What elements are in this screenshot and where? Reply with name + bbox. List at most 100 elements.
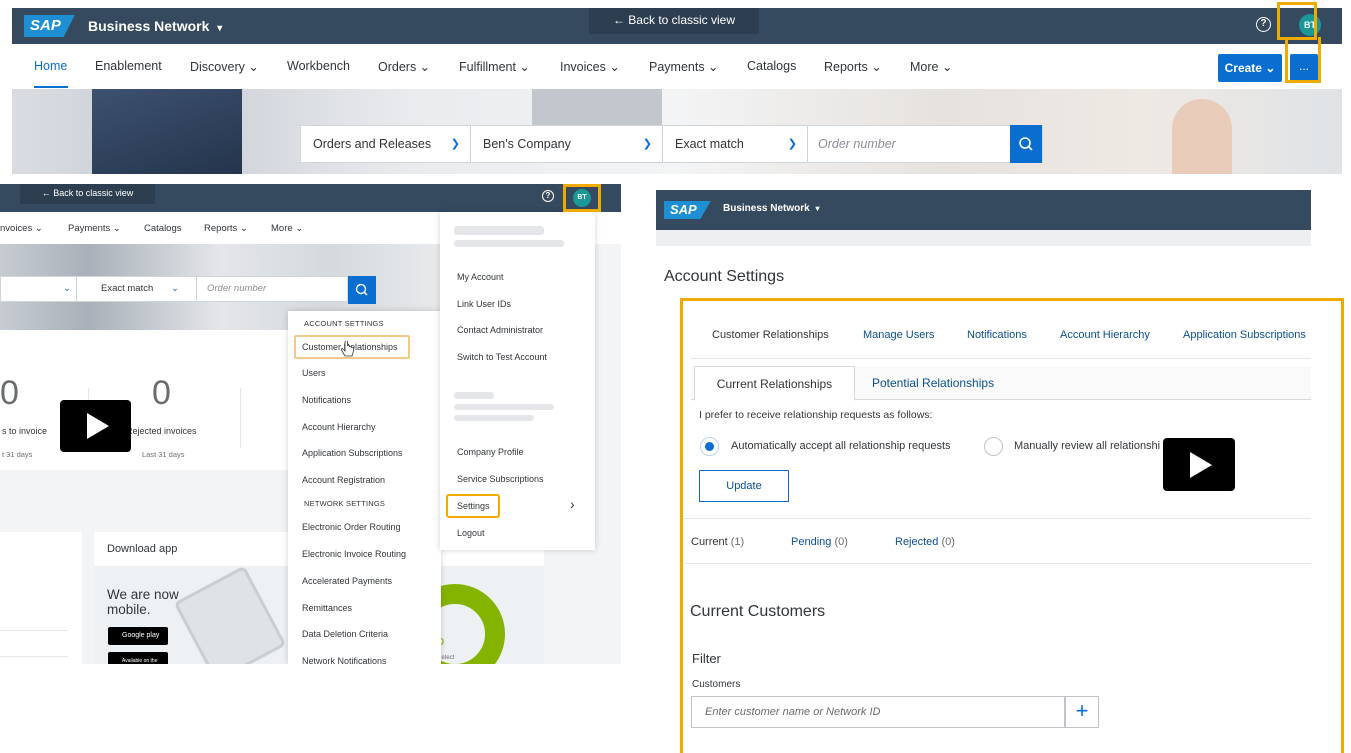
company-name-blurred (454, 392, 494, 399)
kpi-value: 0 (152, 374, 171, 412)
back-to-classic-button-small[interactable]: ← Back to classic view (20, 184, 155, 204)
create-button[interactable]: Create ⌄ (1218, 54, 1282, 82)
nav-discovery[interactable]: Discovery ⌄ (190, 59, 259, 74)
menu-electronic-invoice-routing[interactable]: Electronic Invoice Routing (302, 549, 406, 559)
menu-logout[interactable]: Logout (457, 528, 485, 538)
chevron-down-icon: ⌄ (171, 283, 179, 294)
nav-fulfillment[interactable]: Fulfillment ⌄ (459, 59, 530, 74)
menu-users[interactable]: Users (302, 368, 326, 378)
google-play-label: Google play (122, 632, 160, 639)
chevron-down-icon: ❯ (450, 138, 460, 150)
search-bar: Orders and Releases ❯ Ben's Company ❯ Ex… (300, 125, 1043, 163)
brand-title-right[interactable]: Business Network ▾ (723, 203, 820, 214)
menu-service-subscriptions[interactable]: Service Subscriptions (457, 474, 544, 484)
user-menu: My Account Link User IDs Contact Adminis… (440, 212, 595, 550)
menu-settings[interactable]: Settings (457, 501, 490, 511)
menu-data-deletion-criteria[interactable]: Data Deletion Criteria (302, 629, 388, 639)
search-button[interactable] (1010, 125, 1042, 163)
nav-more[interactable]: More ⌄ (910, 59, 952, 74)
company-info-blurred (454, 404, 554, 410)
chevron-down-icon: ❯ (642, 138, 652, 150)
avatar-highlight-small (563, 184, 601, 212)
menu-electronic-order-routing[interactable]: Electronic Order Routing (302, 522, 401, 532)
main-nav: Home Enablement Discovery ⌄ Workbench Or… (12, 44, 1342, 89)
search-type-select[interactable]: Orders and Releases ❯ (301, 126, 471, 162)
nav-more-small[interactable]: More ⌄ (271, 223, 303, 234)
search-icon (1019, 137, 1033, 151)
brand-caret-icon: ▾ (815, 204, 820, 213)
match-value-small: Exact match (101, 283, 154, 294)
menu-my-account[interactable]: My Account (457, 272, 504, 282)
brand-caret-icon: ▾ (217, 23, 223, 34)
nav-reports[interactable]: Reports ⌄ (824, 59, 882, 74)
chevron-right-icon: › (570, 496, 575, 512)
brand-title[interactable]: Business Network ▾ (88, 18, 222, 34)
menu-contact-administrator[interactable]: Contact Administrator (457, 325, 543, 335)
company-info-blurred (454, 415, 534, 421)
network-settings-header: NETWORK SETTINGS (304, 499, 386, 508)
match-value: Exact match (675, 137, 744, 151)
menu-remittances[interactable]: Remittances (302, 603, 352, 613)
menu-network-notifications[interactable]: Network Notifications (302, 656, 387, 664)
nav-invoices-small[interactable]: nvoices ⌄ (0, 223, 43, 234)
menu-application-subscriptions[interactable]: Application Subscriptions (302, 448, 403, 458)
nav-workbench[interactable]: Workbench (287, 59, 350, 73)
hero-desk-shape (532, 89, 662, 129)
nav-catalogs[interactable]: Catalogs (747, 59, 796, 73)
match-select-small[interactable]: ⌄ Exact match (77, 277, 197, 301)
kpi-sublabel: t 31 days (2, 450, 33, 459)
left-card (0, 532, 82, 664)
company-value: Ben's Company (483, 137, 571, 151)
menu-account-hierarchy[interactable]: Account Hierarchy (302, 422, 376, 432)
app-store-badge[interactable]: Available on the (108, 652, 168, 664)
sap-logo[interactable]: SAP (24, 15, 75, 37)
hero-person-shape (92, 89, 242, 174)
search-type-select-small[interactable]: ⌄ (1, 277, 77, 301)
order-number-input[interactable]: Order number (808, 126, 1010, 162)
help-icon-small[interactable]: ? (542, 190, 554, 202)
search-button-small[interactable] (348, 276, 376, 304)
brand-label: Business Network (88, 18, 210, 34)
nav-payments[interactable]: Payments ⌄ (649, 59, 719, 74)
company-select[interactable]: Ben's Company ❯ (471, 126, 663, 162)
nav-payments-small[interactable]: Payments ⌄ (68, 223, 121, 234)
play-video-button[interactable] (60, 400, 131, 452)
menu-company-profile[interactable]: Company Profile (457, 447, 524, 457)
download-app-title: Download app (107, 543, 178, 555)
nav-orders[interactable]: Orders ⌄ (378, 59, 430, 74)
nav-enablement[interactable]: Enablement (95, 59, 162, 73)
kpi-label: Rejected invoices (126, 426, 197, 436)
nav-active-indicator (34, 86, 68, 88)
kpi-label: s to invoice (2, 426, 48, 436)
match-select[interactable]: Exact match ❯ (663, 126, 808, 162)
kpi-divider (240, 388, 241, 448)
menu-notifications[interactable]: Notifications (302, 395, 351, 405)
mobile-promo-text: We are now mobile. (107, 587, 179, 617)
shell-bar: SAP Business Network ▾ ← Back to classic… (12, 8, 1342, 44)
nav-home[interactable]: Home (34, 59, 67, 73)
shell-bar-right: SAP Business Network ▾ (656, 190, 1311, 230)
nav-catalogs-small[interactable]: Catalogs (144, 223, 182, 234)
nav-invoices[interactable]: Invoices ⌄ (560, 59, 620, 74)
brand-label-right: Business Network (723, 203, 810, 214)
hero-vase-shape (1172, 99, 1232, 174)
search-icon (355, 283, 368, 296)
chevron-down-icon: ❯ (787, 138, 797, 150)
more-highlight (1285, 37, 1321, 83)
help-icon[interactable]: ? (1256, 17, 1271, 32)
menu-switch-to-test-account[interactable]: Switch to Test Account (457, 352, 547, 362)
kpi-sublabel: Last 31 days (142, 450, 185, 459)
app-store-label: Available on the (122, 658, 158, 664)
account-settings-header: ACCOUNT SETTINGS (304, 319, 384, 328)
menu-link-user-ids[interactable]: Link User IDs (457, 299, 511, 309)
nav-reports-small[interactable]: Reports ⌄ (204, 223, 248, 234)
google-play-badge[interactable]: Google play (108, 627, 168, 645)
search-bar-small: ⌄ ⌄ Exact match Order number (0, 276, 348, 302)
customer-relationships-highlight-frame (680, 298, 1344, 753)
shell-bar-small: ← Back to classic view ? BT (0, 184, 621, 212)
sap-logo-right[interactable]: SAP (664, 201, 711, 219)
order-number-input-small[interactable]: Order number (197, 277, 347, 301)
back-to-classic-button[interactable]: ← Back to classic view (589, 8, 759, 34)
menu-accelerated-payments[interactable]: Accelerated Payments (302, 576, 392, 586)
menu-account-registration[interactable]: Account Registration (302, 475, 385, 485)
